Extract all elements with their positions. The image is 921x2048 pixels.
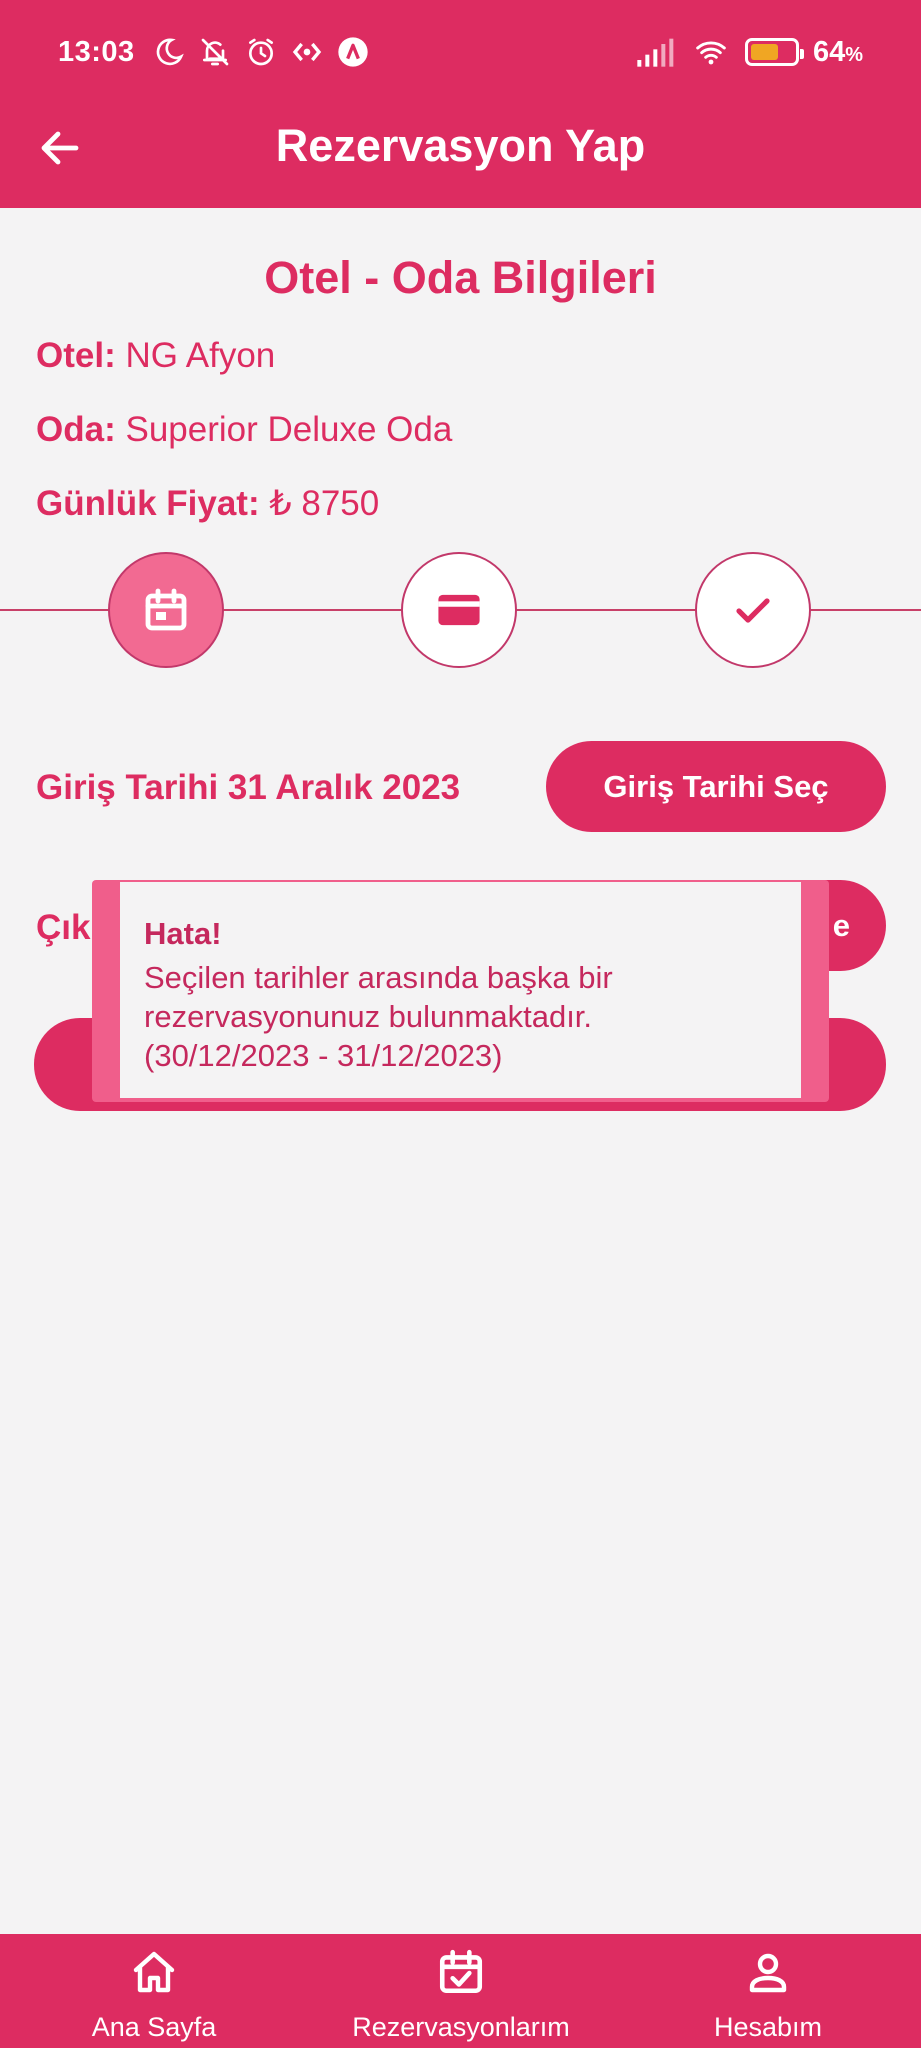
room-row: Oda: Superior Deluxe Oda bbox=[36, 410, 452, 450]
step-date[interactable] bbox=[108, 552, 224, 668]
select-checkin-button[interactable]: Giriş Tarihi Seç bbox=[546, 741, 886, 832]
checkin-date-label: Giriş Tarihi 31 Aralık 2023 bbox=[36, 768, 461, 807]
nav-reservations[interactable]: Rezervasyonlarım bbox=[350, 1934, 572, 2048]
price-row: Günlük Fiyat: ₺ 8750 bbox=[36, 484, 379, 524]
app-notification-icon bbox=[337, 36, 369, 68]
nav-account[interactable]: Hesabım bbox=[700, 1934, 836, 2048]
nav-reservations-label: Rezervasyonlarım bbox=[352, 2012, 570, 2042]
check-icon bbox=[736, 598, 770, 623]
checkout-button-label: e bbox=[832, 907, 850, 943]
credit-card-icon bbox=[438, 594, 480, 626]
toolbar: Rezervasyon Yap bbox=[0, 104, 921, 208]
room-label: Oda: bbox=[36, 410, 116, 449]
nav-home-label: Ana Sayfa bbox=[91, 2012, 217, 2042]
bell-off-icon bbox=[199, 36, 231, 68]
user-icon bbox=[740, 1944, 796, 2000]
signal-icon bbox=[635, 36, 677, 68]
nav-home[interactable]: Ana Sayfa bbox=[84, 1934, 224, 2048]
status-left: 13:03 bbox=[58, 36, 369, 69]
alarm-icon bbox=[245, 36, 277, 68]
page-title: Rezervasyon Yap bbox=[275, 120, 646, 171]
status-time: 13:03 bbox=[58, 35, 135, 68]
calendar-icon bbox=[145, 588, 187, 631]
app-header: 13:03 64% Rezervasyon Yap bbox=[0, 0, 921, 208]
room-value: Superior Deluxe Oda bbox=[125, 410, 453, 449]
moon-icon bbox=[153, 36, 185, 68]
error-dialog-content: Hata! Seçilen tarihler arasında başka bi… bbox=[120, 882, 801, 1098]
bottom-nav: Ana Sayfa Rezervasyonlarım Hesabım bbox=[0, 1934, 921, 2048]
wifi-icon bbox=[691, 36, 731, 68]
price-label: Günlük Fiyat: bbox=[36, 484, 260, 523]
battery-percent: 64 bbox=[812, 35, 846, 68]
price-value: ₺ 8750 bbox=[269, 484, 380, 523]
checkout-date-label: Çık bbox=[36, 908, 91, 947]
home-icon bbox=[126, 1944, 182, 2000]
status-bar: 13:03 64% bbox=[0, 0, 921, 104]
hotel-row: Otel: NG Afyon bbox=[36, 336, 275, 376]
section-title: Otel - Oda Bilgileri bbox=[264, 252, 657, 303]
error-message-line1: Seçilen tarihler arasında başka bir bbox=[144, 960, 613, 995]
calendar-check-icon bbox=[433, 1944, 489, 2000]
step-confirm[interactable] bbox=[695, 552, 811, 668]
step-payment[interactable] bbox=[401, 552, 517, 668]
data-saver-icon bbox=[291, 36, 323, 68]
battery-indicator: 64% bbox=[744, 35, 863, 69]
hotel-label: Otel: bbox=[36, 336, 116, 375]
status-right: 64% bbox=[635, 36, 863, 69]
nav-account-label: Hesabım bbox=[713, 2012, 823, 2042]
stepper bbox=[0, 552, 921, 668]
battery-percent-sign: % bbox=[845, 43, 863, 66]
hotel-value: NG Afyon bbox=[125, 336, 276, 375]
error-message-line3: (30/12/2023 - 31/12/2023) bbox=[144, 1038, 503, 1073]
battery-icon bbox=[744, 38, 804, 66]
error-title: Hata! bbox=[144, 916, 222, 951]
error-message-line2: rezervasyonunuz bulunmaktadır. bbox=[144, 999, 593, 1034]
